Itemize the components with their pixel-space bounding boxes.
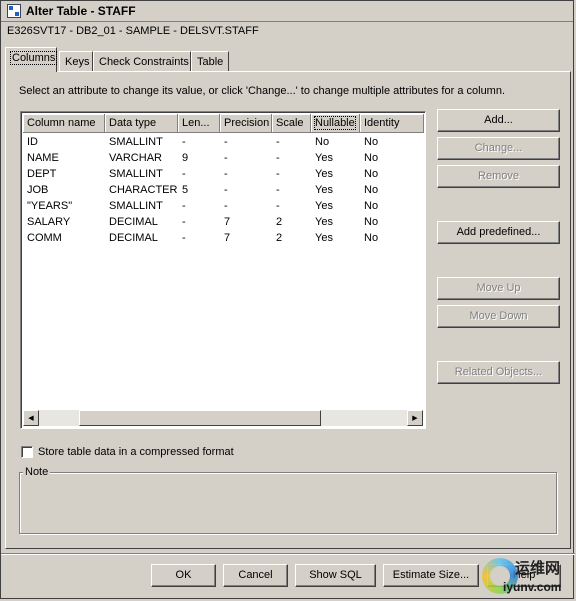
compress-checkbox-label: Store table data in a compressed format <box>38 446 234 458</box>
cell-length[interactable]: - <box>178 134 224 150</box>
estimate-size-button[interactable]: Estimate Size... <box>383 564 479 587</box>
cell-length[interactable]: - <box>178 166 224 182</box>
table-row[interactable]: COMM DECIMAL -7 2 Yes No <box>23 230 423 246</box>
cell-identity[interactable]: No <box>360 230 428 246</box>
cell-scale[interactable]: - <box>272 198 315 214</box>
cell-data-type[interactable]: SMALLINT <box>105 134 182 150</box>
cell-data-type[interactable]: DECIMAL <box>105 230 182 246</box>
horizontal-scrollbar[interactable]: ◀ ▶ <box>23 410 423 426</box>
cell-scale[interactable]: - <box>272 134 315 150</box>
cell-data-type[interactable]: SMALLINT <box>105 166 182 182</box>
cell-nullable[interactable]: Yes <box>311 150 364 166</box>
note-label: Note <box>23 466 51 478</box>
cell-scale[interactable]: - <box>272 182 315 198</box>
cell-precision[interactable]: 7 <box>220 214 276 230</box>
cell-column-name[interactable]: SALARY <box>23 214 109 230</box>
header-nullable[interactable]: Nullable <box>311 114 360 133</box>
columns-grid[interactable]: Column name Data type Len... Precision S… <box>20 111 426 429</box>
header-precision[interactable]: Precision <box>220 114 272 133</box>
cell-identity[interactable]: No <box>360 198 428 214</box>
cell-identity[interactable]: No <box>360 150 428 166</box>
tab-columns[interactable]: Columns <box>5 47 58 72</box>
cell-identity[interactable]: No <box>360 166 428 182</box>
move-down-button[interactable]: Move Down <box>437 305 560 328</box>
cell-identity[interactable]: No <box>360 214 428 230</box>
cell-length[interactable]: - <box>178 198 224 214</box>
table-icon <box>7 4 21 18</box>
instruction-text: Select an attribute to change its value,… <box>19 85 506 97</box>
cell-identity[interactable]: No <box>360 134 428 150</box>
table-row[interactable]: SALARY DECIMAL -7 2 Yes No <box>23 214 423 230</box>
header-column-name[interactable]: Column name <box>23 114 105 133</box>
cell-data-type[interactable]: DECIMAL <box>105 214 182 230</box>
cell-column-name[interactable]: JOB <box>23 182 109 198</box>
cell-length[interactable]: 5 <box>178 182 224 198</box>
alter-table-dialog: Alter Table - STAFF E326SVT17 - DB2_01 -… <box>0 0 575 599</box>
add-predefined-button[interactable]: Add predefined... <box>437 221 560 244</box>
compress-checkbox[interactable] <box>21 446 33 458</box>
window-title: Alter Table - STAFF <box>26 4 136 18</box>
table-row[interactable]: DEPT SMALLINT - - - Yes No <box>23 166 423 182</box>
cell-column-name[interactable]: ID <box>23 134 109 150</box>
cell-data-type[interactable]: CHARACTER <box>105 182 182 198</box>
note-group <box>19 472 557 534</box>
tab-keys[interactable]: Keys <box>59 51 93 71</box>
show-sql-button[interactable]: Show SQL <box>295 564 376 587</box>
cell-scale[interactable]: 2 <box>272 230 315 246</box>
change-button[interactable]: Change... <box>437 137 560 160</box>
cell-scale[interactable]: 2 <box>272 214 315 230</box>
scroll-right-icon[interactable]: ▶ <box>407 410 423 426</box>
cell-length[interactable]: 9 <box>178 150 224 166</box>
header-scale[interactable]: Scale <box>272 114 311 133</box>
cell-nullable[interactable]: Yes <box>311 166 364 182</box>
cell-column-name[interactable]: "YEARS" <box>23 198 109 214</box>
cell-identity[interactable]: No <box>360 182 428 198</box>
watermark-chinese: 运维网 <box>515 559 561 577</box>
cell-precision[interactable]: - <box>220 150 276 166</box>
header-length[interactable]: Len... <box>178 114 220 133</box>
compress-option[interactable]: Store table data in a compressed format <box>21 446 234 458</box>
cell-nullable[interactable]: Yes <box>311 182 364 198</box>
table-row[interactable]: JOB CHARACTER 5- - Yes No <box>23 182 423 198</box>
header-data-type[interactable]: Data type <box>105 114 178 133</box>
cell-length[interactable]: - <box>178 230 224 246</box>
remove-button[interactable]: Remove <box>437 165 560 188</box>
title-bar[interactable]: Alter Table - STAFF <box>1 1 573 22</box>
cell-scale[interactable]: - <box>272 150 315 166</box>
cell-column-name[interactable]: NAME <box>23 150 109 166</box>
move-up-button[interactable]: Move Up <box>437 277 560 300</box>
scroll-thumb[interactable] <box>79 410 321 426</box>
tab-table[interactable]: Table <box>191 51 229 71</box>
cell-length[interactable]: - <box>178 214 224 230</box>
cell-precision[interactable]: - <box>220 182 276 198</box>
cell-precision[interactable]: - <box>220 134 276 150</box>
cell-column-name[interactable]: DEPT <box>23 166 109 182</box>
cell-precision[interactable]: - <box>220 198 276 214</box>
cell-precision[interactable]: 7 <box>220 230 276 246</box>
cell-nullable[interactable]: Yes <box>311 214 364 230</box>
cell-data-type[interactable]: VARCHAR <box>105 150 182 166</box>
add-button[interactable]: Add... <box>437 109 560 132</box>
cell-nullable[interactable]: No <box>311 134 364 150</box>
site-watermark: 运维网 iyunv.com <box>479 553 575 599</box>
scroll-left-icon[interactable]: ◀ <box>23 410 39 426</box>
cell-data-type[interactable]: SMALLINT <box>105 198 182 214</box>
cell-nullable[interactable]: Yes <box>311 198 364 214</box>
cancel-button[interactable]: Cancel <box>223 564 288 587</box>
watermark-url: iyunv.com <box>503 580 562 594</box>
cell-scale[interactable]: - <box>272 166 315 182</box>
tab-check-constraints[interactable]: Check Constraints <box>93 51 191 71</box>
ok-button[interactable]: OK <box>151 564 216 587</box>
header-identity[interactable]: Identity <box>360 114 424 133</box>
table-row[interactable]: ID SMALLINT - - - No No <box>23 134 423 150</box>
cell-nullable[interactable]: Yes <box>311 230 364 246</box>
table-row[interactable]: "YEARS" SMALLINT - - - Yes No <box>23 198 423 214</box>
cell-column-name[interactable]: COMM <box>23 230 109 246</box>
related-objects-button[interactable]: Related Objects... <box>437 361 560 384</box>
table-row[interactable]: NAME VARCHAR 9- - Yes No <box>23 150 423 166</box>
cell-precision[interactable]: - <box>220 166 276 182</box>
object-path: E326SVT17 - DB2_01 - SAMPLE - DELSVT.STA… <box>7 25 259 37</box>
